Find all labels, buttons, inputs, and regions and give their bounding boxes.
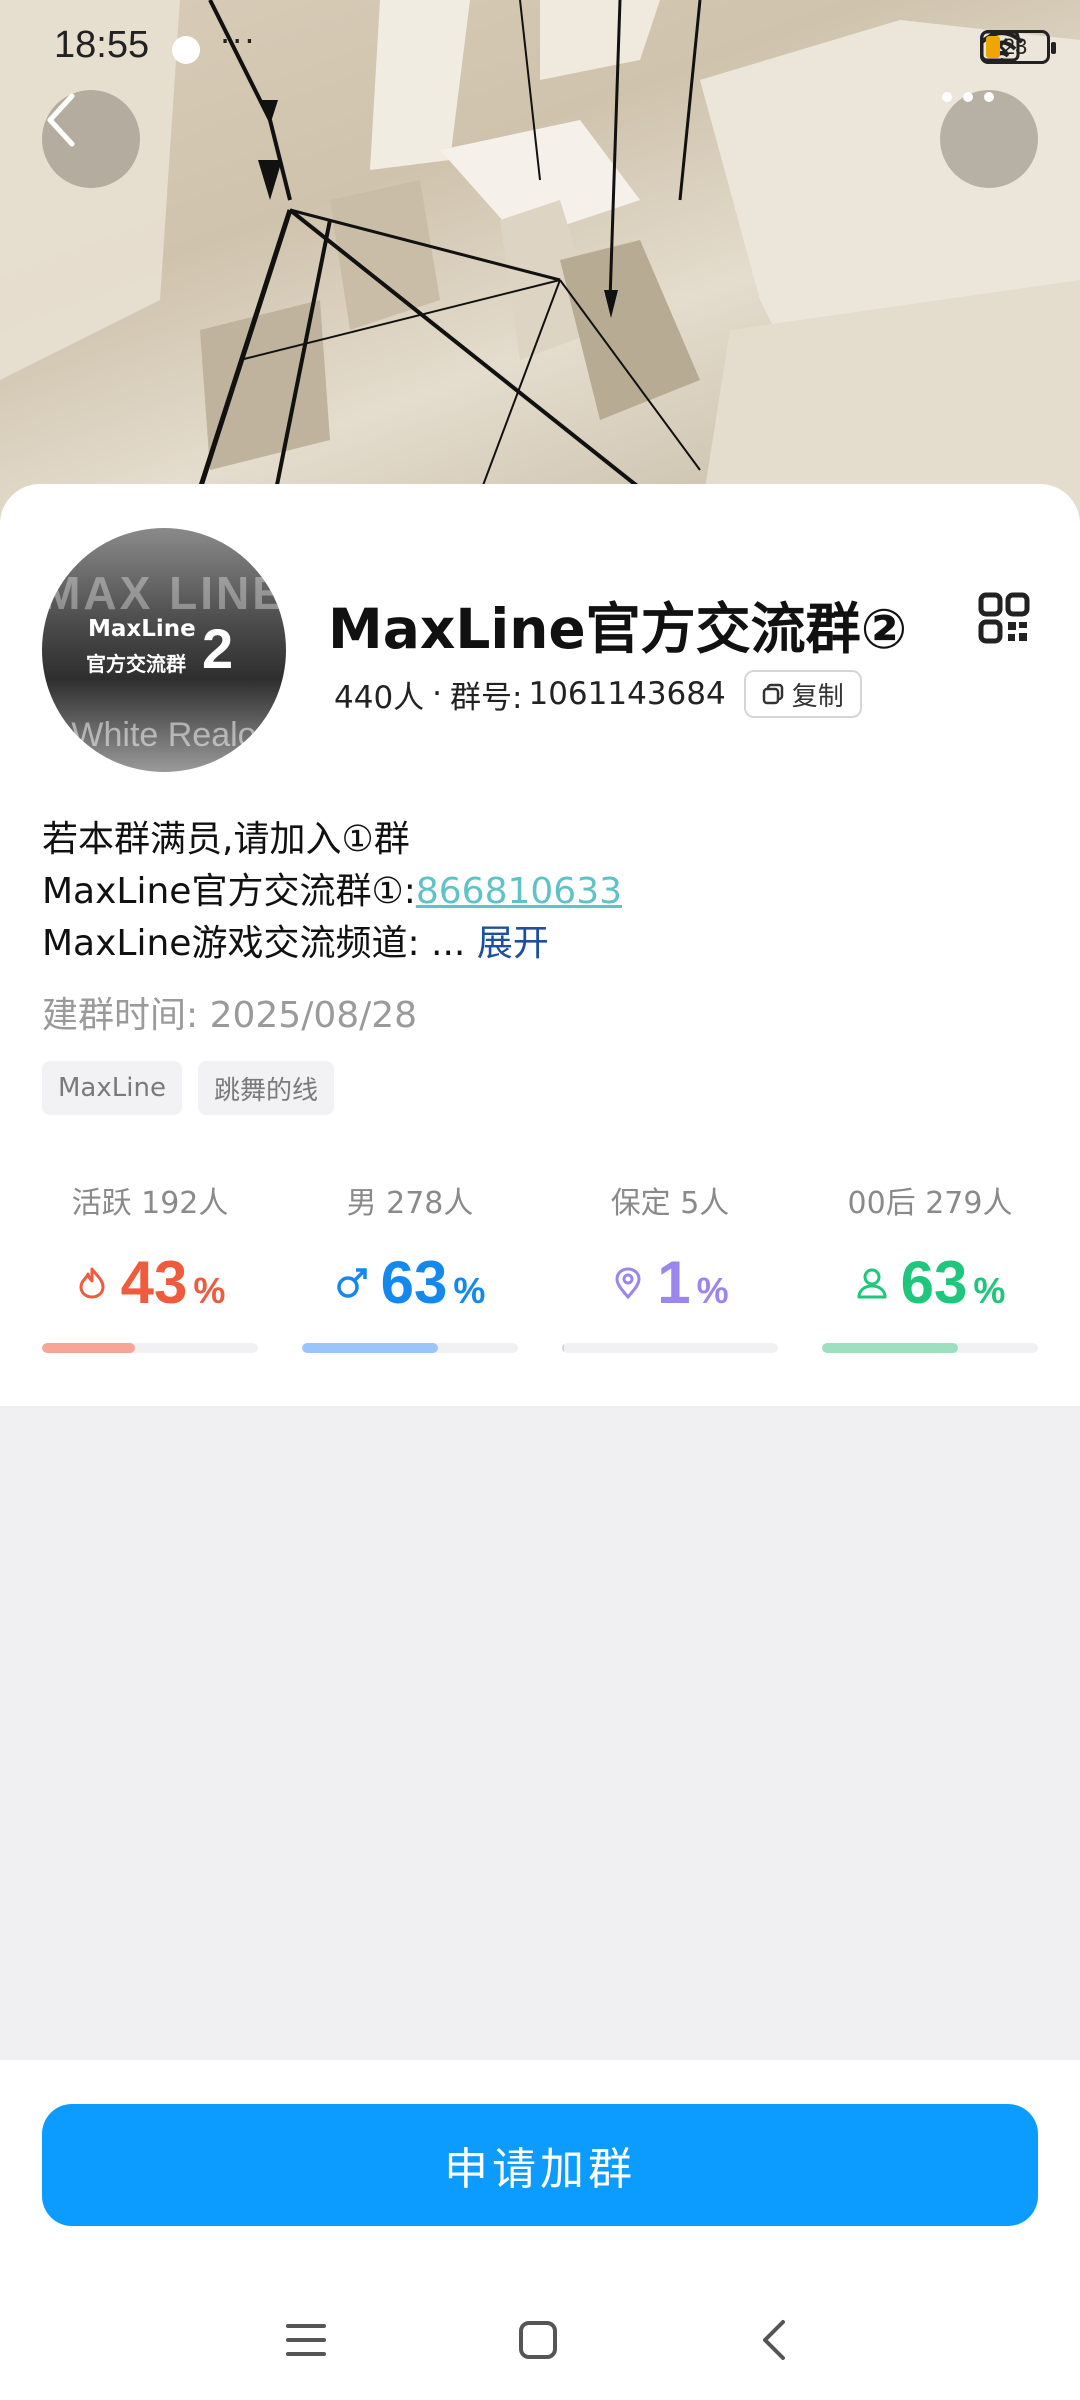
tag-list: MaxLine 跳舞的线: [42, 1061, 334, 1115]
qr-code-icon[interactable]: [978, 592, 1030, 644]
stat-male: 男 278人 63 %: [302, 1178, 518, 1353]
stat-bar: [42, 1343, 258, 1353]
group-description: 若本群满员,请加入①群 MaxLine官方交流群①:866810633 MaxL…: [42, 814, 622, 970]
copy-icon: [762, 683, 783, 705]
meta-separator: ·: [432, 676, 443, 712]
notification-dot-icon: [172, 36, 200, 64]
group-number-link[interactable]: 866810633: [416, 871, 622, 912]
location-pin-icon: [615, 1266, 641, 1299]
stat-location: 保定 5人 1 %: [562, 1178, 778, 1353]
stat-bar-fill: [302, 1343, 439, 1353]
battery-level: 23: [1002, 34, 1028, 59]
created-label: 建群时间:: [42, 995, 199, 1036]
stat-label: 活跃 192人: [71, 1186, 229, 1221]
home-square-icon: [519, 2321, 557, 2359]
stat-bar-fill: [822, 1343, 959, 1353]
person-icon: [857, 1268, 887, 1298]
avatar-number: 2: [202, 617, 234, 680]
description-ellipsis: ...: [431, 923, 466, 964]
group-name: MaxLine官方交流群②: [328, 597, 908, 661]
avatar-top-text: MAX LINE: [42, 567, 286, 619]
stat-value: 63: [900, 1249, 968, 1316]
stat-age: 00后 279人 63 %: [822, 1178, 1038, 1353]
cover-banner: 18:55 ··· 23: [0, 0, 1080, 520]
group-info-card: MAX LINE MaxLine 官方交流群 2 White Realo Max…: [0, 484, 1080, 1406]
stat-bar-fill: [562, 1343, 565, 1353]
group-id: 1061143684: [528, 676, 726, 712]
join-group-button[interactable]: 申请加群: [42, 2104, 1038, 2226]
avatar-brand: MaxLine: [88, 616, 196, 642]
stat-unit: %: [193, 1270, 226, 1311]
description-line-2: MaxLine官方交流群①:: [42, 871, 416, 912]
stat-unit: %: [453, 1270, 486, 1311]
nav-home-button[interactable]: [508, 2310, 568, 2370]
group-id-label: 群号:: [450, 679, 523, 716]
male-icon: [336, 1267, 367, 1298]
created-date: 建群时间: 2025/08/28: [42, 986, 417, 1038]
avatar-subtitle: 官方交流群: [86, 652, 186, 676]
stat-bar-fill: [42, 1343, 135, 1353]
expand-button[interactable]: 展开: [477, 923, 549, 964]
more-options-button[interactable]: [940, 90, 1038, 188]
stat-bar: [562, 1343, 778, 1353]
description-line-3: MaxLine游戏交流频道:: [42, 923, 420, 964]
chevron-left-icon: [47, 93, 75, 147]
stat-value: 43: [120, 1249, 188, 1316]
description-line-1: 若本群满员,请加入①群: [42, 819, 410, 860]
stat-active: 活跃 192人 43 %: [42, 1178, 258, 1353]
nav-recents-button[interactable]: [276, 2310, 336, 2370]
member-count: 440人: [334, 679, 425, 716]
group-avatar[interactable]: MAX LINE MaxLine 官方交流群 2 White Realo: [42, 528, 286, 772]
battery-icon: 23: [980, 30, 1056, 64]
stat-label: 00后 279人: [847, 1186, 1013, 1221]
stat-label: 保定 5人: [610, 1186, 730, 1221]
stat-label: 男 278人: [346, 1186, 474, 1221]
created-value: 2025/08/28: [209, 995, 418, 1036]
status-time: 18:55: [54, 24, 150, 66]
tag-maxline[interactable]: MaxLine: [42, 1061, 182, 1115]
nav-back-button[interactable]: [744, 2310, 804, 2370]
stat-unit: %: [696, 1270, 729, 1311]
stat-value: 63: [380, 1249, 448, 1316]
stat-bar: [302, 1343, 518, 1353]
system-navigation-bar: [0, 2300, 1080, 2400]
stat-bar: [822, 1343, 1038, 1353]
stat-unit: %: [973, 1270, 1006, 1311]
flame-icon: [79, 1267, 105, 1298]
stat-value: 1: [657, 1249, 691, 1316]
more-dots-icon: [942, 92, 994, 102]
back-button[interactable]: [42, 90, 140, 188]
status-bar: 18:55 ··· 23: [0, 0, 1080, 96]
group-meta: 440人 · 群号: 1061143684 复制: [334, 670, 862, 718]
avatar-bottom-text: White Realo: [71, 716, 257, 754]
copy-id-button[interactable]: 复制: [743, 670, 862, 718]
bottom-action-area: 申请加群: [0, 2060, 1080, 2400]
menu-icon: [286, 2324, 326, 2356]
group-stats: 活跃 192人 43 % 男 278人 63 % 保定 5人 1 % 00后 2…: [42, 1178, 1038, 1353]
status-more-icon: ···: [220, 22, 257, 60]
copy-label: 复制: [791, 681, 844, 712]
back-arrow-icon: [763, 2320, 785, 2360]
tag-dancing-line[interactable]: 跳舞的线: [197, 1061, 334, 1115]
